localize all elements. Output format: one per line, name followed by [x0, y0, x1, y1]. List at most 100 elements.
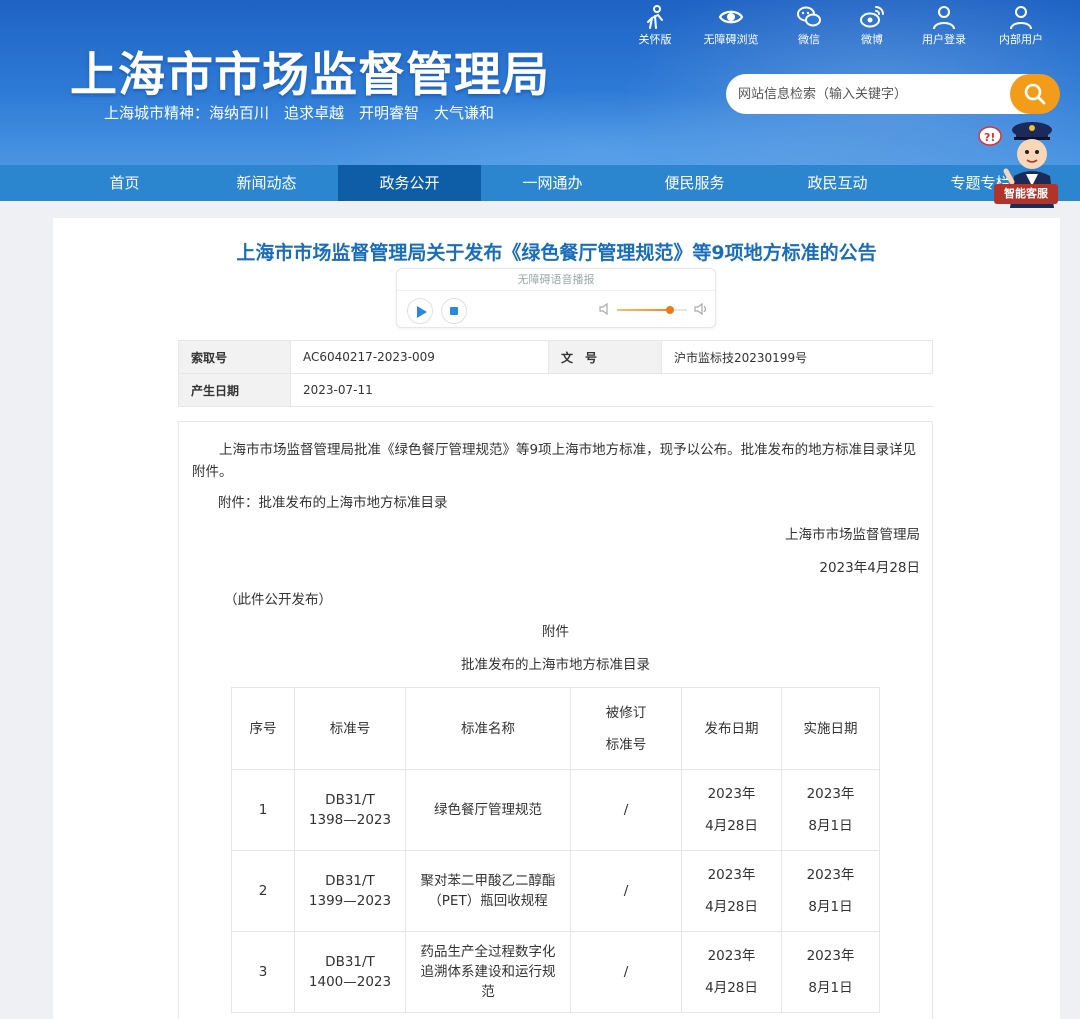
table-row: 2 DB31/T 1399—2023 聚对苯二甲酸乙二醇酯（PET）瓶回收规程 …	[231, 850, 880, 932]
search-button[interactable]	[1010, 74, 1060, 114]
table-header-row: 序号 标准号 标准名称 被修订标准号 发布日期 实施日期	[231, 687, 880, 770]
cell-std-name-text: 绿色餐厅管理规范	[434, 802, 542, 818]
audio-title: 无障碍语音播报	[397, 269, 715, 291]
col-header-no: 序号	[231, 687, 295, 770]
top-link-label: 微信	[798, 33, 820, 46]
cell-revised: /	[570, 850, 682, 932]
top-links: 关怀版 无障碍浏览 微信 微博 用户登录 内部用户	[620, 4, 1080, 46]
nav-item-one-net-service[interactable]: 一网通办	[481, 165, 624, 201]
top-link-elder-care[interactable]: 关怀版	[620, 4, 690, 47]
top-link-internal[interactable]: 内部用户	[986, 4, 1056, 47]
standards-table: 序号 标准号 标准名称 被修订标准号 发布日期 实施日期 1 DB31/T 13…	[231, 687, 880, 1013]
article-body: 上海市市场监督管理局批准《绿色餐厅管理规范》等9项上海市地方标准，现予以公布。批…	[178, 421, 933, 1019]
cell-effective-date: 2023年8月1日	[781, 931, 880, 1013]
appendix-subtitle: 批准发布的上海市地方标准目录	[461, 657, 650, 673]
site-header: 上海市市场监督管理局 上海城市精神：海纳百川 追求卓越 开明睿智 大气谦和 关怀…	[0, 0, 1080, 165]
eye-icon	[718, 10, 744, 24]
volume-fill	[617, 309, 670, 311]
meta-date-label: 产生日期	[178, 373, 291, 407]
site-slogan: 上海城市精神：海纳百川 追求卓越 开明睿智 大气谦和	[104, 104, 495, 122]
cell-std-no-text: DB31/T 1399—2023	[308, 873, 392, 909]
svg-text:?!: ?!	[984, 131, 995, 144]
cell-publish-date: 2023年4月28日	[681, 850, 782, 932]
col-header-effective-date: 实施日期	[781, 687, 880, 770]
cell-publish-date: 2023年4月28日	[681, 931, 782, 1013]
meta-row: 产生日期 2023-07-11	[178, 373, 933, 407]
volume-slider[interactable]	[617, 306, 687, 314]
table-row: 3 DB31/T 1400—2023 药品生产全过程数字化追溯体系建设和运行规范…	[231, 931, 880, 1013]
cell-std-name: 聚对苯二甲酸乙二醇酯（PET）瓶回收规程	[405, 850, 571, 932]
volume-low-icon	[599, 302, 608, 316]
cell-effective-date: 2023年8月1日	[781, 769, 880, 851]
table-row: 1 DB31/T 1398—2023 绿色餐厅管理规范 / 2023年4月28日…	[231, 769, 880, 851]
volume-knob[interactable]	[665, 306, 674, 314]
cell-std-no-text: DB31/T 1400—2023	[308, 954, 392, 990]
cell-revised: /	[570, 931, 682, 1013]
cell-effective-date-text: 2023年8月1日	[806, 867, 855, 915]
attachment-line: 附件：批准发布的上海市地方标准目录	[218, 495, 448, 511]
top-link-accessible[interactable]: 无障碍浏览	[696, 4, 766, 47]
cell-publish-date-text: 2023年4月28日	[705, 867, 758, 915]
article-title: 上海市市场监督管理局关于发布《绿色餐厅管理规范》等9项地方标准的公告	[236, 242, 877, 264]
nav-item-interaction[interactable]: 政民互动	[766, 165, 909, 201]
cell-std-no: DB31/T 1399—2023	[294, 850, 406, 932]
col-header-std-no: 标准号	[294, 687, 406, 770]
user-icon	[933, 6, 955, 30]
meta-date-value: 2023-07-11	[290, 373, 933, 407]
article-paragraph: 上海市市场监督管理局批准《绿色餐厅管理规范》等9项上海市地方标准，现予以公布。批…	[192, 442, 917, 480]
meta-docno-label: 文 号	[548, 340, 662, 374]
audio-player: 无障碍语音播报	[396, 268, 716, 328]
user-icon	[1010, 6, 1032, 30]
weibo-icon	[860, 6, 884, 28]
meta-row: 索取号 AC6040217-2023-009 文 号 沪市监标技20230199…	[178, 340, 933, 374]
cell-no: 3	[231, 931, 295, 1013]
top-link-weibo[interactable]: 微博	[837, 4, 907, 47]
signature-date: 2023年4月28日	[819, 560, 920, 576]
nav-item-gov-affairs[interactable]: 政务公开	[338, 165, 481, 201]
cell-publish-date-text: 2023年4月28日	[705, 786, 758, 834]
site-title[interactable]: 上海市市场监督管理局	[70, 36, 550, 105]
cell-std-name: 绿色餐厅管理规范	[405, 769, 571, 851]
meta-docno-value: 沪市监标技20230199号	[661, 340, 933, 374]
cell-no: 2	[231, 850, 295, 932]
cell-publish-date: 2023年4月28日	[681, 769, 782, 851]
signature: 上海市市场监督管理局	[785, 527, 920, 543]
volume-high-icon	[694, 302, 707, 316]
cell-std-name-text: 药品生产全过程数字化追溯体系建设和运行规范	[420, 944, 556, 1000]
cell-std-name-text: 聚对苯二甲酸乙二醇酯（PET）瓶回收规程	[420, 873, 556, 909]
top-link-label: 内部用户	[999, 33, 1043, 46]
cell-revised: /	[570, 769, 682, 851]
publish-note: （此件公开发布）	[224, 592, 332, 608]
search-input[interactable]	[738, 84, 1008, 104]
col-header-std-name: 标准名称	[405, 687, 571, 770]
col-header-revised: 被修订标准号	[570, 687, 682, 770]
cell-effective-date-text: 2023年8月1日	[806, 948, 855, 996]
nav-item-public-service[interactable]: 便民服务	[623, 165, 766, 201]
top-link-label: 用户登录	[922, 33, 966, 46]
col-header-publish-date: 发布日期	[681, 687, 782, 770]
top-link-wechat[interactable]: 微信	[774, 4, 844, 47]
cell-std-name: 药品生产全过程数字化追溯体系建设和运行规范	[405, 931, 571, 1013]
col-header-revised-text: 被修订标准号	[605, 704, 647, 753]
nav-item-news[interactable]: 新闻动态	[195, 165, 338, 201]
cell-std-no: DB31/T 1398—2023	[294, 769, 406, 851]
cell-std-no: DB31/T 1400—2023	[294, 931, 406, 1013]
stop-button[interactable]	[441, 298, 467, 324]
cell-effective-date-text: 2023年8月1日	[806, 786, 855, 834]
elder-care-icon	[647, 5, 663, 29]
nav-item-home[interactable]: 首页	[53, 165, 196, 201]
search-icon	[1024, 83, 1046, 105]
smart-service-label[interactable]: 智能客服	[994, 184, 1058, 204]
top-link-login[interactable]: 用户登录	[909, 4, 979, 47]
top-link-label: 关怀版	[638, 33, 672, 46]
search-box	[726, 74, 1032, 114]
main-nav: 首页 新闻动态 政务公开 一网通办 便民服务 政民互动 专题专栏	[0, 165, 1080, 201]
top-link-label: 无障碍浏览	[703, 33, 759, 46]
meta-index-label: 索取号	[178, 340, 291, 374]
doc-meta-table: 索取号 AC6040217-2023-009 文 号 沪市监标技20230199…	[178, 340, 933, 407]
top-link-label: 微博	[861, 33, 883, 46]
appendix-title: 附件	[542, 624, 569, 640]
cell-effective-date: 2023年8月1日	[781, 850, 880, 932]
cell-std-no-text: DB31/T 1398—2023	[308, 792, 392, 828]
play-button[interactable]	[407, 298, 433, 324]
